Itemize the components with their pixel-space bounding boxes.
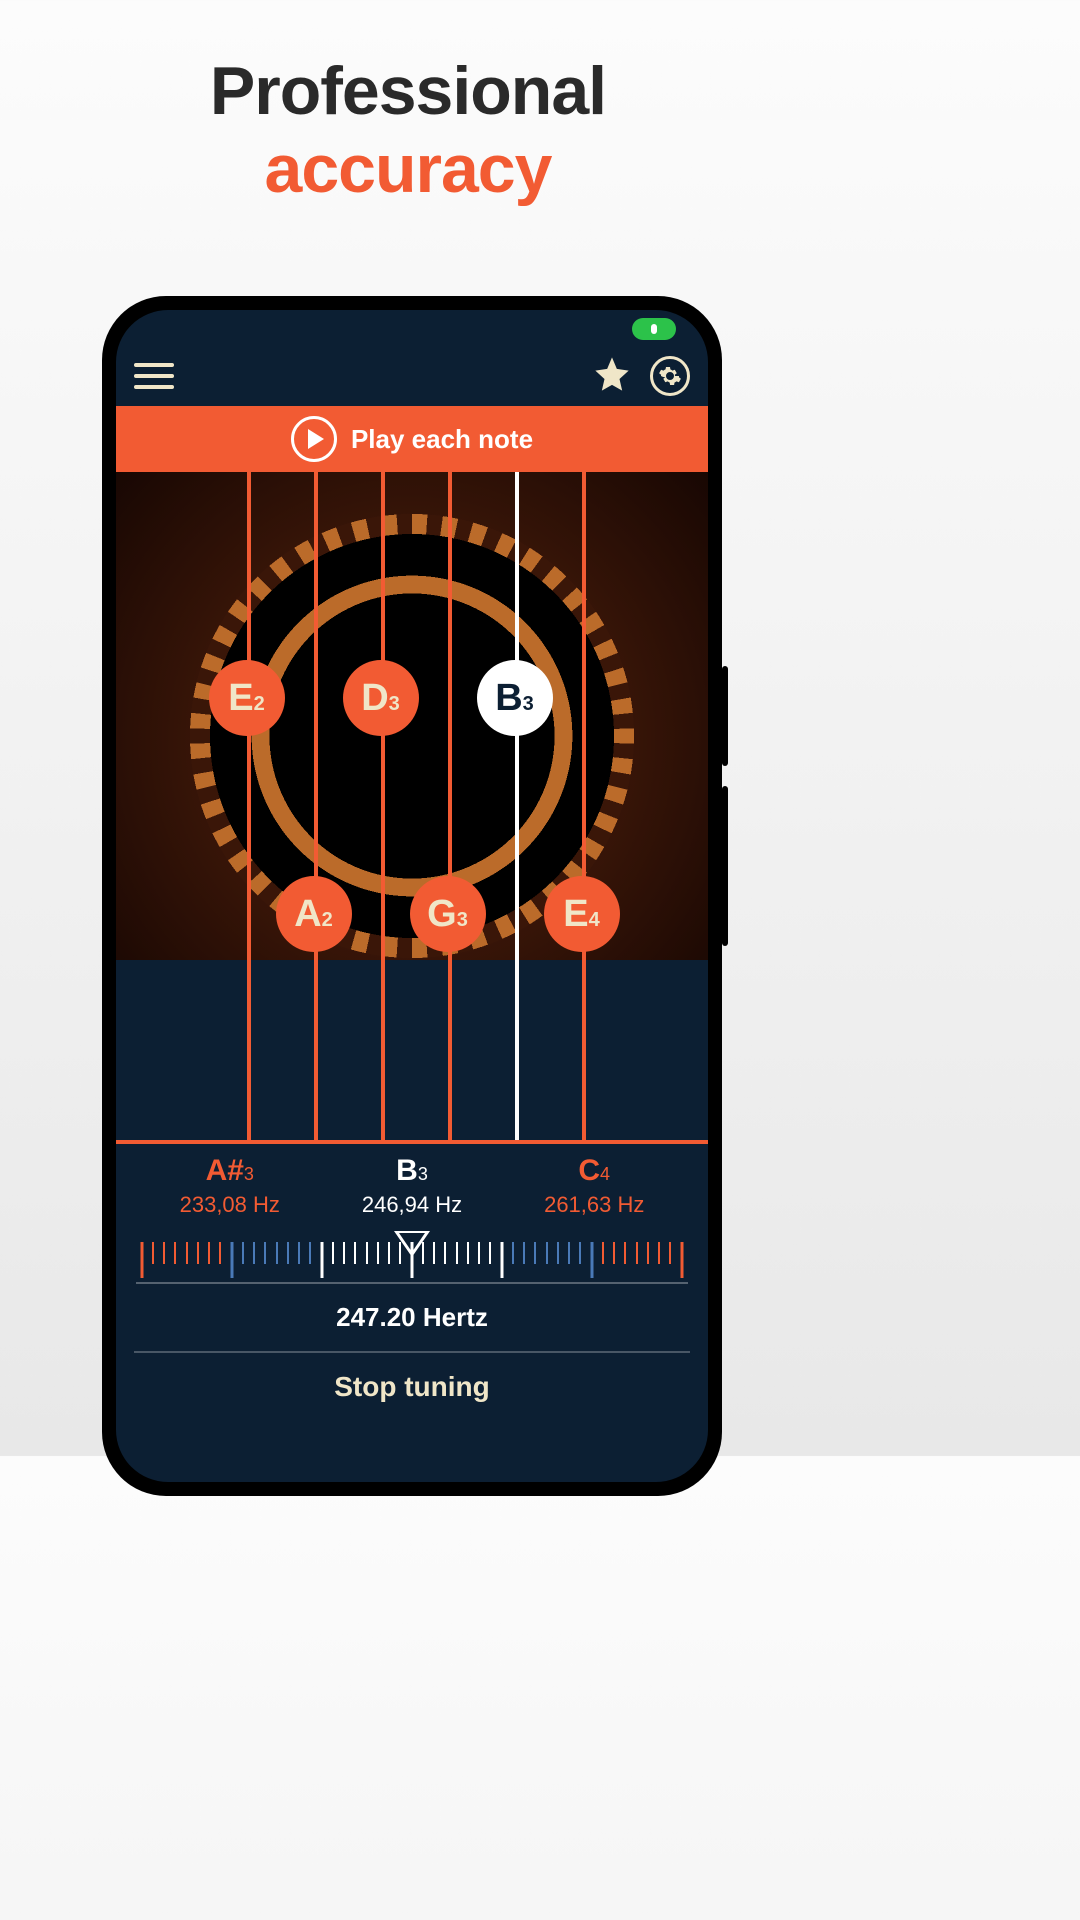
ruler-tick bbox=[451, 1242, 462, 1282]
ruler-tick bbox=[147, 1242, 158, 1282]
play-icon bbox=[291, 416, 337, 462]
current-hertz: 247.20 Hertz bbox=[116, 1302, 708, 1333]
marketing-line1: Professional bbox=[0, 52, 816, 130]
ruler-tick bbox=[429, 1242, 440, 1282]
ruler-tick bbox=[676, 1242, 687, 1282]
note-bubble-d3[interactable]: D3 bbox=[343, 660, 419, 736]
ruler-tick bbox=[305, 1242, 316, 1282]
marketing-header: Professional accuracy bbox=[0, 0, 816, 208]
guitar-string[interactable] bbox=[448, 472, 452, 1140]
ruler-tick bbox=[237, 1242, 248, 1282]
ruler-tick bbox=[654, 1242, 665, 1282]
guitar-fretboard: E2 A2 D3 G3 B3 E4 bbox=[116, 472, 708, 960]
ruler-tick bbox=[519, 1242, 530, 1282]
ruler-tick bbox=[485, 1242, 496, 1282]
ruler-tick bbox=[474, 1242, 485, 1282]
star-icon[interactable] bbox=[592, 354, 632, 399]
hamburger-icon[interactable] bbox=[134, 363, 174, 389]
ruler-tick bbox=[609, 1242, 620, 1282]
ruler-tick bbox=[181, 1242, 192, 1282]
note-bubble-e4[interactable]: E4 bbox=[544, 876, 620, 952]
ruler-tick bbox=[575, 1242, 586, 1282]
ruler-tick bbox=[440, 1242, 451, 1282]
ruler-tick bbox=[339, 1242, 350, 1282]
ruler-tick bbox=[665, 1242, 676, 1282]
mic-icon bbox=[651, 324, 657, 334]
ruler-tick bbox=[620, 1242, 631, 1282]
ruler-tick bbox=[417, 1242, 428, 1282]
phone-side-button bbox=[722, 666, 728, 766]
app-header bbox=[116, 346, 708, 406]
note-bubble-g3[interactable]: G3 bbox=[410, 876, 486, 952]
strings-continuation bbox=[116, 960, 708, 1140]
ruler-tick bbox=[271, 1242, 282, 1282]
ruler-tick bbox=[260, 1242, 271, 1282]
ruler-tick bbox=[462, 1242, 473, 1282]
ruler-tick bbox=[564, 1242, 575, 1282]
play-each-note-button[interactable]: Play each note bbox=[116, 406, 708, 472]
ruler-tick bbox=[631, 1242, 642, 1282]
ruler-tick bbox=[597, 1242, 608, 1282]
status-bar bbox=[116, 310, 708, 346]
ruler-tick bbox=[372, 1242, 383, 1282]
phone-frame: Play each note E2 A2 D3 G3 B3 E4 A#3 233,08 H… bbox=[102, 296, 722, 1496]
ruler-tick bbox=[327, 1242, 338, 1282]
ruler-tick bbox=[226, 1242, 237, 1282]
ruler-tick bbox=[361, 1242, 372, 1282]
ruler-tick bbox=[170, 1242, 181, 1282]
guitar-string[interactable] bbox=[381, 472, 385, 1140]
freq-prev: A#3 233,08 Hz bbox=[140, 1154, 320, 1218]
cents-ruler bbox=[136, 1242, 688, 1284]
marketing-line2: accuracy bbox=[0, 130, 816, 208]
ruler-tick bbox=[249, 1242, 260, 1282]
ruler-tick bbox=[586, 1242, 597, 1282]
ruler-tick bbox=[530, 1242, 541, 1282]
play-label: Play each note bbox=[351, 424, 533, 455]
ruler-tick bbox=[192, 1242, 203, 1282]
mic-active-pill bbox=[632, 318, 676, 340]
freq-target: B3 246,94 Hz bbox=[322, 1154, 502, 1218]
guitar-string[interactable] bbox=[247, 472, 251, 1140]
note-bubble-a2[interactable]: A2 bbox=[276, 876, 352, 952]
gear-icon[interactable] bbox=[650, 356, 690, 396]
guitar-string[interactable] bbox=[582, 472, 586, 1140]
guitar-string[interactable] bbox=[515, 472, 519, 1140]
ruler-tick bbox=[350, 1242, 361, 1282]
ruler-tick bbox=[406, 1242, 417, 1282]
freq-next: C4 261,63 Hz bbox=[504, 1154, 684, 1218]
note-bubble-e2[interactable]: E2 bbox=[209, 660, 285, 736]
ruler-tick bbox=[507, 1242, 518, 1282]
note-bubble-b3[interactable]: B3 bbox=[477, 660, 553, 736]
ruler-tick bbox=[541, 1242, 552, 1282]
ruler-tick bbox=[282, 1242, 293, 1282]
ruler-tick bbox=[496, 1242, 507, 1282]
app-screen: Play each note E2 A2 D3 G3 B3 E4 A#3 233,08 H… bbox=[116, 310, 708, 1482]
ruler-tick bbox=[552, 1242, 563, 1282]
phone-side-button bbox=[722, 786, 728, 946]
ruler-tick bbox=[159, 1242, 170, 1282]
ruler-tick bbox=[395, 1242, 406, 1282]
ruler-tick bbox=[316, 1242, 327, 1282]
stop-tuning-button[interactable]: Stop tuning bbox=[134, 1351, 690, 1403]
ruler-tick bbox=[204, 1242, 215, 1282]
guitar-string[interactable] bbox=[314, 472, 318, 1140]
ruler-tick bbox=[294, 1242, 305, 1282]
ruler-tick bbox=[215, 1242, 226, 1282]
ruler-tick bbox=[642, 1242, 653, 1282]
ruler-tick bbox=[136, 1242, 147, 1282]
frequency-reference-row: A#3 233,08 Hz B3 246,94 Hz C4 261,63 Hz bbox=[116, 1140, 708, 1222]
ruler-tick bbox=[384, 1242, 395, 1282]
tuning-needle bbox=[116, 1222, 708, 1240]
